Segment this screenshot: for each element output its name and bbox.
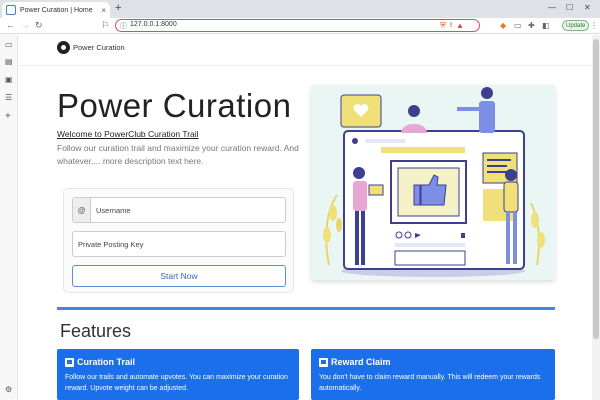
share-icon[interactable]: ⇪ — [448, 21, 454, 29]
maximize-icon[interactable]: ☐ — [566, 3, 573, 12]
thumbs-up-icon — [65, 357, 74, 367]
browser-toolbar: ← → ↻ ⚐ ⓘ 127.0.0.1:8000 ⇪ ⛨ ▲ ◆ ▭ ✚ ◧ U… — [0, 18, 600, 34]
reload-icon[interactable]: ↻ — [35, 20, 43, 31]
brave-rewards-icon[interactable]: ▲ — [456, 21, 464, 30]
feature-card-curation-trail: Curation Trail Follow our trails and aut… — [57, 349, 299, 400]
posting-key-input[interactable] — [73, 232, 285, 256]
sidebar-toggle-icon[interactable]: ◧ — [542, 21, 550, 30]
new-tab-button[interactable]: + — [115, 2, 121, 14]
sidebar-tabs-icon[interactable]: ▭ — [5, 40, 13, 49]
minimize-icon[interactable]: — — [548, 3, 556, 12]
update-button[interactable]: Update — [562, 20, 590, 31]
metamask-icon[interactable]: ◆ — [500, 21, 506, 30]
username-prefix: @ — [73, 198, 91, 222]
thumbs-up-icon — [319, 357, 328, 367]
page-content: Power Curation Power Curation Welcome to… — [18, 35, 600, 400]
sidebar-bookmarks-icon[interactable]: ▣ — [5, 75, 13, 84]
posting-key-group — [72, 231, 286, 257]
site-info-icon[interactable]: ⓘ — [120, 21, 127, 31]
address-url[interactable]: 127.0.0.1:8000 — [130, 21, 177, 28]
feature-card-title: Curation Trail — [77, 357, 136, 367]
feature-card-description: Follow our trails and automate upvotes. … — [65, 374, 288, 392]
feature-card-title: Reward Claim — [331, 357, 391, 367]
browser-tab[interactable]: Power Curation | Home × — [2, 2, 110, 18]
hero-illustration — [311, 85, 555, 280]
nav-divider — [18, 65, 600, 66]
forward-icon[interactable]: → — [21, 20, 30, 30]
tab-title: Power Curation | Home — [20, 6, 93, 14]
sidebar-add-icon[interactable]: + — [5, 111, 11, 122]
tab-close-icon[interactable]: × — [101, 6, 106, 15]
section-divider — [57, 307, 555, 310]
hero-title: Power Curation — [57, 87, 292, 124]
scrollbar-thumb[interactable] — [593, 39, 599, 339]
menu-icon[interactable]: ⋮ — [590, 21, 598, 30]
feature-card-reward-claim: Reward Claim You don't have to claim rew… — [311, 349, 555, 400]
browser-sidebar: ▭ ▤ ▣ ☰ + ⚙ — [0, 35, 18, 400]
hero-description: Follow our curation trail and maximize y… — [57, 143, 299, 166]
bookmark-icon[interactable]: ⚐ — [101, 20, 109, 31]
brand-name: Power Curation — [73, 43, 125, 52]
sidebar-history-icon[interactable]: ☰ — [5, 93, 12, 102]
tab-favicon-icon — [6, 5, 16, 15]
brave-shield-icon[interactable]: ⛨ — [440, 21, 446, 31]
sidebar-settings-icon[interactable]: ⚙ — [5, 385, 12, 394]
social-media-illustration — [323, 87, 545, 277]
extensions-icon[interactable]: ✚ — [528, 21, 535, 30]
site-brand[interactable]: Power Curation — [57, 41, 125, 54]
feature-card-description: You don't have to claim reward manually.… — [319, 374, 541, 392]
sidebar-reading-icon[interactable]: ▤ — [5, 57, 13, 66]
back-icon[interactable]: ← — [6, 20, 15, 30]
page-scrollbar[interactable] — [592, 35, 600, 400]
wallet-icon[interactable]: ▭ — [514, 21, 522, 30]
hero-link[interactable]: Welcome to PowerClub Curation Trail — [57, 129, 199, 139]
features-heading: Features — [60, 321, 132, 341]
address-bar[interactable]: ⓘ 127.0.0.1:8000 ⇪ — [115, 19, 480, 32]
login-form: @ Start Now — [63, 188, 294, 293]
username-group: @ — [72, 197, 286, 223]
browser-tabbar: Power Curation | Home × + — ☐ ✕ — [0, 0, 600, 18]
start-now-button[interactable]: Start Now — [72, 265, 286, 287]
window-close-icon[interactable]: ✕ — [584, 3, 591, 12]
username-input[interactable] — [91, 198, 193, 222]
brand-logo-icon — [57, 41, 70, 54]
